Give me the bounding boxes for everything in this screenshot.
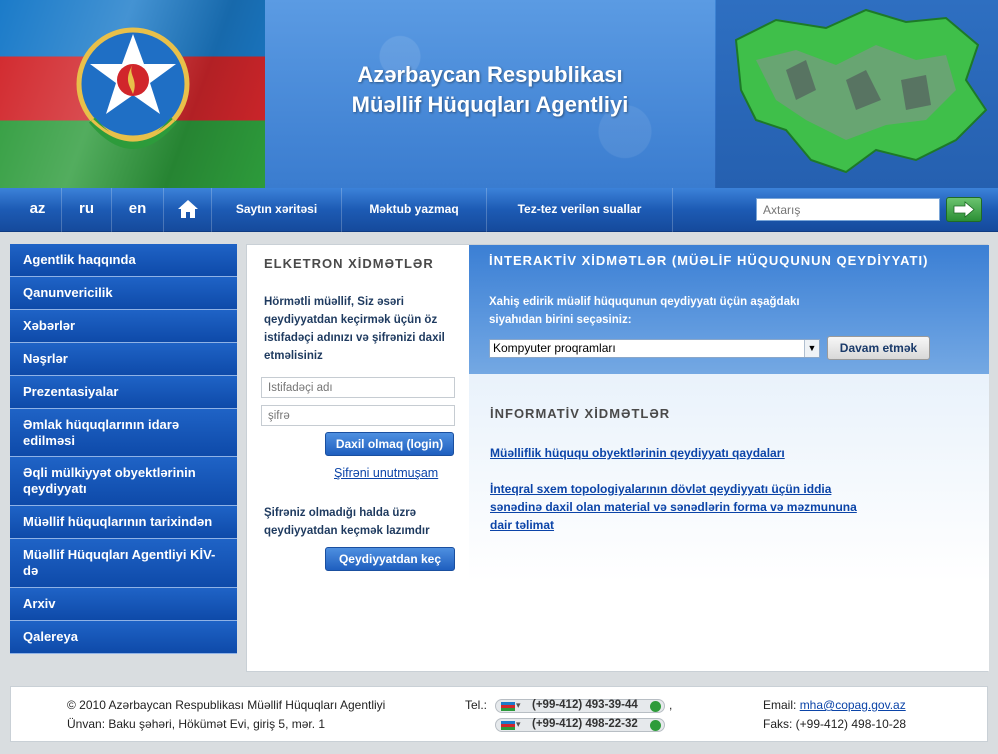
site-title: Azərbaycan Respublikası Müəllif Hüquqlar… [300,60,680,120]
interactive-title: İNTERAKTİV XİDMƏTLƏR (MÜƏLİF HÜQUQUNUN Q… [489,253,929,268]
sidebar-item-legislation[interactable]: Qanunvericilik [10,277,237,310]
sidebar-item-news[interactable]: Xəbərlər [10,310,237,343]
dropdown-arrow-icon: ▾ [516,700,521,710]
forgot-password-link[interactable]: Şifrəni unutmuşam [334,466,438,480]
phone-number-2[interactable]: (+99-412) 498-22-32 [532,718,638,730]
sidebar-item-property-rights[interactable]: Əmlak hüquqlarının idarə edilməsi [10,409,237,457]
footer-email-label: Email: [763,698,797,712]
password-field[interactable] [261,405,455,426]
login-button[interactable]: Daxil olmaq (login) [325,432,454,456]
footer-copyright: © 2010 Azərbaycan Respublikası Müəllif H… [67,698,386,712]
phone-separator: , [669,698,673,712]
informative-title: İNFORMATİV XİDMƏTLƏR [490,406,671,421]
sidebar-item-archive[interactable]: Arxiv [10,588,237,621]
search-input[interactable] [756,198,940,221]
azerbaijan-map-image [716,0,998,188]
az-flag-icon [501,721,515,730]
azerbaijan-flag-image [0,0,265,188]
sidebar-item-gallery[interactable]: Qalereya [10,621,237,654]
sidebar-item-publications[interactable]: Nəşrlər [10,343,237,376]
interactive-instruction: Xahiş edirik müəlif hüququnun qeydiyyatı… [489,296,800,326]
faq-link[interactable]: Tez-tez verilən suallar [487,188,673,232]
service-type-selected: Kompyuter proqramları [493,341,616,355]
dropdown-arrow-icon: ▾ [516,719,521,729]
footer-tel-label: Tel.: [465,698,488,712]
site-title-line1: Azərbaycan Respublikası [357,62,623,87]
lang-en-link[interactable]: en [112,188,164,232]
login-intro-text: Hörmətli müəllif, Siz əsəri qeydiyyatdan… [264,296,445,362]
phone-chip-1: ▾ (+99-412) 493-39-44 [495,699,665,713]
lang-ru-link[interactable]: ru [62,188,112,232]
chevron-down-icon[interactable]: ▼ [804,340,819,357]
sidebar-item-presentations[interactable]: Prezentasiyalar [10,376,237,409]
footer-email-link[interactable]: mha@copag.gov.az [800,698,906,712]
sidebar-menu: Agentlik haqqında Qanunvericilik Xəbərlə… [10,244,237,654]
site-header: Azərbaycan Respublikası Müəllif Hüquqlar… [0,0,998,188]
register-text: Şifrəniz olmadığı halda üzrə qeydiyyatda… [264,507,430,537]
sidebar-item-media[interactable]: Müəllif Hüquqları Agentliyi KİV-də [10,539,237,588]
informative-services-panel: İNFORMATİV XİDMƏTLƏR Müəlliflik hüququ o… [469,374,989,671]
map-icon [734,8,988,174]
service-type-select[interactable]: Kompyuter proqramları ▼ [489,339,820,358]
sitemap-link[interactable]: Saytın xəritəsi [212,188,342,232]
registration-rules-link[interactable]: Müəlliflik hüququ obyektlərinin qeydiyya… [490,444,870,462]
phone-icon [650,701,661,712]
arrow-right-icon [953,201,975,218]
site-title-line2: Müəllif Hüquqları Agentliyi [351,92,629,117]
lang-az-link[interactable]: az [14,188,62,232]
home-icon [177,200,198,218]
sidebar-item-history[interactable]: Müəllif hüquqlarının tarixindən [10,506,237,539]
footer-fax: Faks: (+99-412) 498-10-28 [763,717,907,731]
login-panel-title: ELKETRON XİDMƏTLƏR [264,256,434,271]
state-emblem-icon [76,27,190,149]
footer-email-row: Email: mha@copag.gov.az [763,698,906,712]
az-flag-icon [501,702,515,711]
phone-chip-2: ▾ (+99-412) 498-22-32 [495,718,665,732]
phone-icon [650,720,661,731]
login-panel: ELKETRON XİDMƏTLƏR Hörmətli müəllif, Siz… [247,245,469,671]
home-link[interactable] [164,188,212,232]
phone-number-1[interactable]: (+99-412) 493-39-44 [532,699,638,711]
sidebar-item-about[interactable]: Agentlik haqqında [10,244,237,277]
site-footer: © 2010 Azərbaycan Respublikası Müəllif H… [10,686,988,742]
sidebar-item-ip-registration[interactable]: Əqli mülkiyyət obyektlərinin qeydiyyatı [10,457,237,506]
write-letter-link[interactable]: Məktub yazmaq [342,188,487,232]
username-field[interactable] [261,377,455,398]
main-content: ELKETRON XİDMƏTLƏR Hörmətli müəllif, Siz… [246,244,989,672]
continue-button[interactable]: Davam etmək [827,336,930,360]
interactive-services-panel: İNTERAKTİV XİDMƏTLƏR (MÜƏLİF HÜQUQUNUN Q… [469,245,989,374]
footer-address: Ünvan: Baku şəhəri, Hökümət Evi, giriş 5… [67,717,326,731]
search-go-button[interactable] [946,197,982,222]
topology-instructions-link[interactable]: İnteqral sxem topologiyalarının dövlət q… [490,480,875,534]
register-button[interactable]: Qeydiyyatdan keç [325,547,455,571]
